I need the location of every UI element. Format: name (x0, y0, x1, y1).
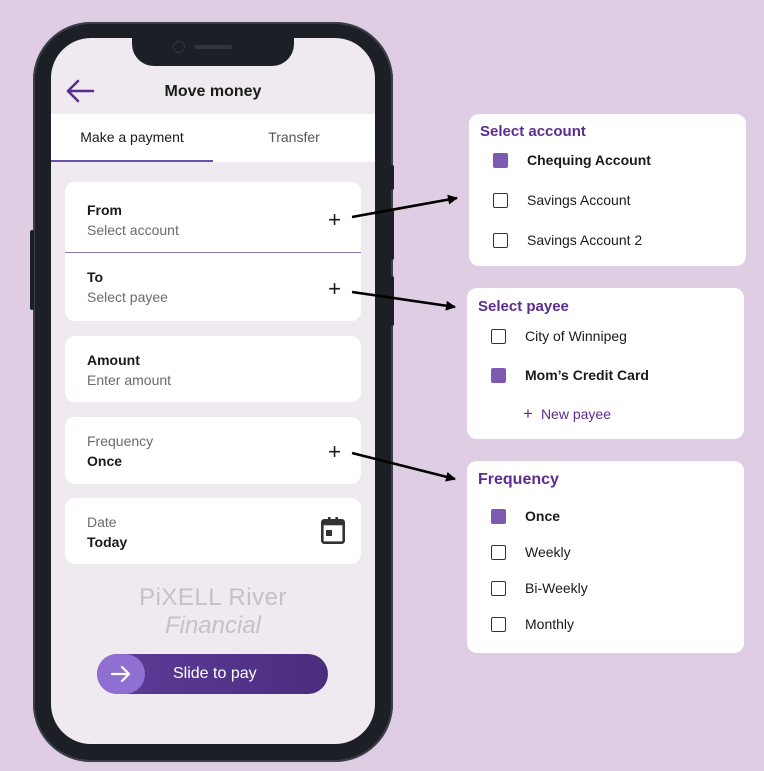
from-field[interactable]: From Select account + (65, 182, 361, 252)
phone-side-button (390, 210, 394, 260)
checkbox[interactable] (493, 193, 508, 208)
select-account-panel: Select account Chequing Account Savings … (469, 114, 746, 266)
checkbox[interactable] (491, 617, 506, 632)
slide-to-pay-button[interactable]: Slide to pay (97, 654, 328, 694)
from-label: From (87, 202, 122, 218)
phone-side-button (30, 230, 34, 310)
checkbox[interactable] (491, 329, 506, 344)
phone-notch (132, 30, 294, 66)
frequency-card[interactable]: Frequency Once + (65, 417, 361, 484)
calendar-icon[interactable] (321, 517, 345, 545)
frequency-label: Frequency (87, 433, 154, 449)
select-account-title: Select account (480, 123, 586, 140)
frequency-option-label: Once (525, 508, 561, 524)
checkbox[interactable] (491, 581, 506, 596)
amount-label: Amount (87, 352, 140, 368)
checkbox[interactable] (493, 233, 508, 248)
plus-icon[interactable]: + (328, 441, 341, 463)
date-card[interactable]: Date Today (65, 498, 361, 564)
tab-bar: Make a payment Transfer (51, 114, 375, 162)
slide-to-pay-label: Slide to pay (173, 665, 257, 682)
plus-icon: + (523, 404, 533, 423)
to-field[interactable]: To Select payee + (65, 253, 361, 321)
slide-knob[interactable] (97, 654, 145, 694)
tab-make-a-payment[interactable]: Make a payment (51, 114, 213, 162)
page-title: Move money (164, 83, 262, 100)
frequency-panel-title: Frequency (478, 471, 559, 488)
from-to-card: From Select account + To Select payee + (65, 182, 361, 321)
frequency-value: Once (87, 453, 123, 469)
payee-option-label: City of Winnipeg (525, 328, 627, 344)
checkbox[interactable] (493, 153, 508, 168)
plus-icon[interactable]: + (328, 278, 341, 300)
account-option-label: Savings Account 2 (527, 232, 643, 248)
select-payee-title: Select payee (478, 298, 569, 315)
to-label: To (87, 269, 104, 285)
frequency-option-label: Weekly (525, 544, 571, 560)
logo-line-1: PiXELL River (139, 584, 287, 611)
frequency-panel: Frequency Once Weekly Bi-Weekly Monthly (467, 461, 744, 653)
date-label: Date (87, 514, 117, 530)
amount-card[interactable]: Amount Enter amount (65, 336, 361, 402)
phone-screen: Move money Make a payment Transfer From … (51, 38, 375, 744)
phone-side-button (390, 276, 394, 326)
account-option-label: Savings Account (527, 192, 631, 208)
plus-icon[interactable]: + (328, 209, 341, 231)
logo-line-2: Financial (164, 612, 262, 639)
checkbox[interactable] (491, 368, 506, 383)
payee-option-label: Mom’s Credit Card (525, 367, 649, 383)
new-payee-link[interactable]: + New payee (523, 404, 611, 424)
arrow-right-icon (110, 665, 131, 683)
checkbox[interactable] (491, 509, 506, 524)
date-value: Today (87, 534, 128, 550)
phone-side-button (390, 165, 394, 190)
camera-icon (173, 41, 185, 53)
checkbox[interactable] (491, 545, 506, 560)
from-placeholder: Select account (87, 222, 179, 238)
to-placeholder: Select payee (87, 289, 168, 305)
frequency-option-label: Monthly (525, 616, 575, 632)
select-payee-panel: Select payee City of Winnipeg Mom’s Cred… (467, 288, 744, 439)
amount-placeholder: Enter amount (87, 372, 172, 388)
speaker-grille (194, 45, 232, 49)
account-option-label: Chequing Account (527, 152, 651, 168)
tab-transfer[interactable]: Transfer (213, 114, 375, 162)
frequency-option-label: Bi-Weekly (525, 580, 588, 596)
new-payee-label: New payee (540, 406, 611, 422)
